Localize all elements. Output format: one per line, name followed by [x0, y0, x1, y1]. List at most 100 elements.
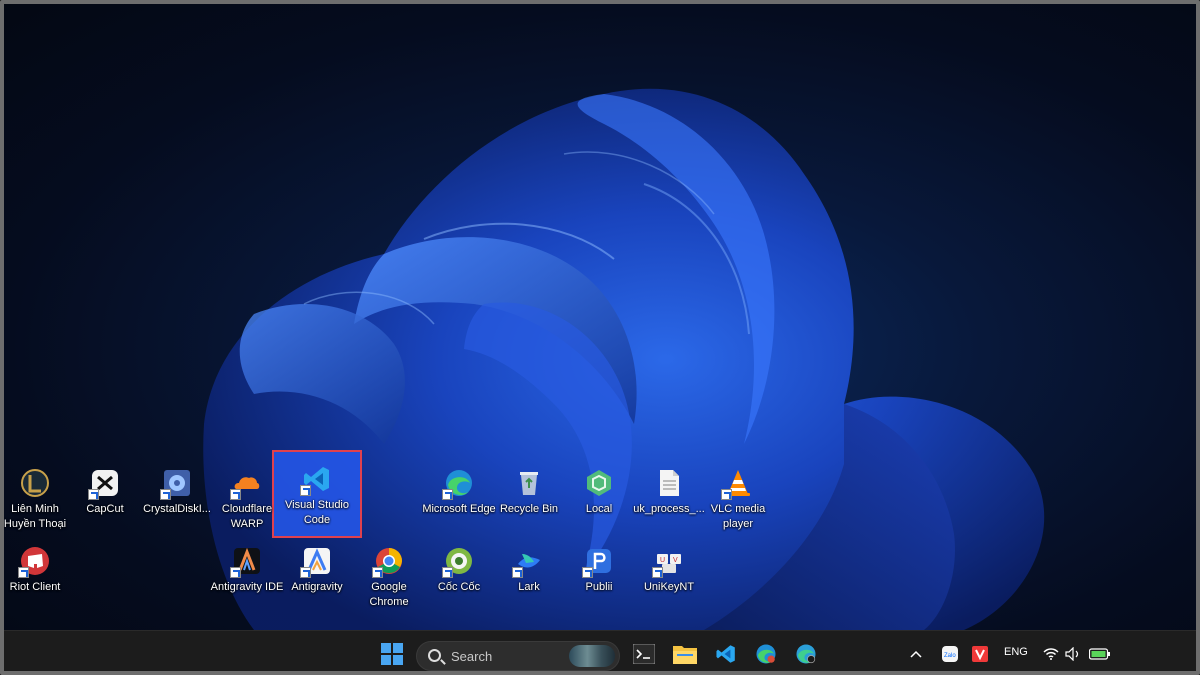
language-indicator[interactable]: ENG: [1004, 646, 1028, 658]
svg-text:U: U: [660, 557, 665, 564]
desktop-icon-publii[interactable]: Publii: [564, 544, 634, 610]
desktop-icon-cloudflare[interactable]: Cloudflare WARP: [212, 466, 282, 532]
icon-label: Local: [585, 503, 613, 515]
chrome-icon: [372, 546, 404, 578]
screen-frame: Liên Minh Huyền Thoại CapCut CrystalDisk…: [0, 0, 1200, 675]
icon-label: Antigravity: [291, 581, 343, 593]
icon-label: Riot Client: [9, 581, 61, 593]
search-highlight-image: [569, 645, 615, 667]
volume-icon: [1065, 647, 1079, 661]
publii-icon: [582, 546, 614, 578]
riot-client-icon: [18, 546, 50, 578]
taskbar-terminal[interactable]: [628, 638, 660, 670]
desktop-icon-antigravity-ide[interactable]: Antigravity IDE: [210, 544, 284, 610]
cloudflare-warp-icon: [230, 468, 262, 500]
search-placeholder: Search: [451, 649, 493, 664]
icon-label: Lark: [518, 581, 540, 593]
shortcut-arrow-icon: [300, 567, 311, 578]
desktop-icon-crystaldisk[interactable]: CrystalDiskI...: [142, 466, 212, 532]
icon-label: UniKeyNT: [643, 581, 695, 593]
chevron-up-icon: [910, 650, 922, 658]
tray-vivaldi[interactable]: [968, 638, 992, 670]
shortcut-arrow-icon: [442, 567, 453, 578]
document-icon: [654, 468, 684, 498]
zalo-icon: Zalo: [942, 646, 958, 662]
icon-label: Publii: [585, 581, 613, 593]
shortcut-arrow-icon: [372, 567, 383, 578]
desktop-icon-capcut[interactable]: CapCut: [70, 466, 140, 532]
desktop-icon-lark[interactable]: Lark: [494, 544, 564, 610]
battery-icon: [1089, 648, 1110, 660]
vscode-icon: [300, 464, 332, 496]
vlc-icon: [721, 468, 753, 500]
shortcut-arrow-icon: [512, 567, 523, 578]
taskbar-edge[interactable]: [750, 638, 782, 670]
tray-volume[interactable]: [1062, 638, 1084, 670]
edge-dev-icon: [796, 644, 816, 664]
tray-wifi[interactable]: [1040, 638, 1062, 670]
recycle-bin-icon: [514, 468, 544, 498]
shortcut-arrow-icon: [18, 567, 29, 578]
icon-label: Recycle Bin: [499, 503, 559, 515]
icon-label: CrystalDiskI...: [143, 503, 211, 515]
lark-icon: [512, 546, 544, 578]
local-icon: [584, 468, 614, 498]
tray-zalo[interactable]: Zalo: [938, 638, 962, 670]
shortcut-arrow-icon: [582, 567, 593, 578]
file-explorer-icon: [673, 646, 697, 664]
league-of-legends-icon: [20, 468, 50, 498]
svg-text:V: V: [673, 557, 678, 564]
icon-label: Visual Studio Code: [284, 499, 349, 526]
icon-label: Cốc Cốc: [437, 581, 481, 593]
desktop[interactable]: Liên Minh Huyền Thoại CapCut CrystalDisk…: [4, 4, 1196, 630]
terminal-icon: [633, 644, 655, 664]
icon-label: VLC media player: [710, 503, 766, 530]
desktop-icon-uk-process[interactable]: uk_process_...: [633, 466, 705, 532]
crystaldiskinfo-icon: [160, 468, 192, 500]
desktop-icon-edge[interactable]: Microsoft Edge: [422, 466, 496, 532]
taskbar-file-explorer[interactable]: [669, 638, 701, 670]
icon-label: Google Chrome: [369, 581, 409, 608]
icon-label: Antigravity IDE: [210, 581, 284, 593]
unikey-icon: UV: [652, 546, 684, 578]
icon-label: Liên Minh Huyền Thoại: [4, 503, 67, 530]
vscode-icon: [716, 645, 735, 663]
wifi-icon: [1043, 648, 1059, 660]
shortcut-arrow-icon: [652, 567, 663, 578]
shortcut-arrow-icon: [300, 485, 311, 496]
start-icon: [381, 643, 403, 665]
desktop-icon-local[interactable]: Local: [564, 466, 634, 532]
svg-text:Zalo: Zalo: [944, 653, 956, 659]
shortcut-arrow-icon: [230, 489, 241, 500]
tray-battery[interactable]: [1087, 638, 1113, 670]
start-button[interactable]: [376, 638, 408, 670]
antigravity-icon: [300, 546, 332, 578]
desktop-icon-vscode[interactable]: Visual Studio Code: [282, 462, 352, 528]
desktop-icon-recycle[interactable]: Recycle Bin: [494, 466, 564, 532]
taskbar-vscode[interactable]: [710, 638, 742, 670]
desktop-icon-unikey[interactable]: UV UniKeyNT: [634, 544, 704, 610]
search-icon: [428, 649, 441, 662]
shortcut-arrow-icon: [160, 489, 171, 500]
desktop-icon-riot[interactable]: Riot Client: [4, 544, 70, 610]
icon-label: CapCut: [86, 503, 124, 515]
icon-label: Microsoft Edge: [422, 503, 496, 515]
taskbar: Search Zalo ENG: [4, 630, 1196, 671]
taskbar-search-box[interactable]: Search: [416, 641, 620, 671]
taskbar-edge-dev[interactable]: [790, 638, 822, 670]
desktop-icon-chrome[interactable]: Google Chrome: [354, 544, 424, 610]
shortcut-arrow-icon: [442, 489, 453, 500]
tray-overflow-button[interactable]: [904, 638, 928, 670]
coccoc-icon: [442, 546, 474, 578]
antigravity-ide-icon: [230, 546, 262, 578]
desktop-icon-lien-minh[interactable]: Liên Minh Huyền Thoại: [4, 466, 70, 532]
desktop-icon-antigravity[interactable]: Antigravity: [282, 544, 352, 610]
edge-icon: [756, 644, 776, 664]
shortcut-arrow-icon: [88, 489, 99, 500]
icon-label: uk_process_...: [633, 503, 705, 515]
capcut-icon: [88, 468, 120, 500]
desktop-icon-coccoc[interactable]: Cốc Cốc: [424, 544, 494, 610]
edge-icon: [442, 468, 474, 500]
desktop-icon-vlc[interactable]: VLC media player: [703, 466, 773, 532]
shortcut-arrow-icon: [230, 567, 241, 578]
